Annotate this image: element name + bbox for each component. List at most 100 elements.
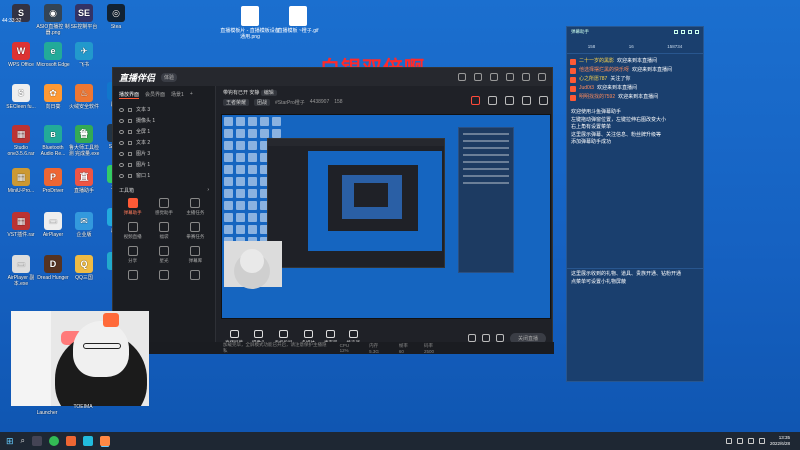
desktop-icon[interactable]: ♨ 火绒安全软件 [67, 84, 101, 110]
toolbox-item[interactable] [117, 270, 148, 282]
eye-icon[interactable] [119, 162, 124, 167]
scene-tab[interactable]: 会员界面 [145, 91, 165, 99]
fullscreen-icon[interactable] [471, 96, 480, 105]
room-meta-item[interactable]: 团战 [254, 99, 271, 106]
volume-icon[interactable] [747, 438, 754, 444]
bell-icon[interactable] [522, 96, 531, 105]
copy-icon[interactable] [505, 96, 514, 105]
toolbox-expand-icon[interactable]: › [207, 187, 209, 194]
toolbox-item[interactable]: 视频直播 [117, 222, 148, 240]
source-item[interactable]: 文本 2 [119, 137, 209, 148]
toolbox-item[interactable]: 弹幕库 [180, 246, 211, 264]
chat-assistant-panel[interactable]: 弹幕助手 158 16 158734 二十一岁的黑影 欢迎来到本直播间 他选择摆烂黑的快… [566, 26, 704, 382]
desktop-icon[interactable]: ▭ AirPlayer 副本.exe [4, 255, 38, 287]
source-item[interactable]: 窗口 1 [119, 170, 209, 181]
eye-icon[interactable] [119, 118, 124, 123]
lock-icon[interactable] [128, 118, 132, 123]
desktop-icon[interactable]: ✈ 飞书 [67, 42, 101, 68]
app-titlebar[interactable]: 直播伴侣 体验 [113, 68, 552, 86]
desktop-icon[interactable]: ▦ Studio one3.5.6.rar [4, 125, 38, 157]
toolbox-item[interactable]: 分享 [117, 246, 148, 264]
chat-user[interactable]: Jud0t3 [579, 84, 594, 93]
feishu-icon[interactable] [83, 436, 94, 446]
lock-icon[interactable] [128, 140, 132, 145]
live-companion-window[interactable]: 直播伴侣 体验 播放界面 会员界面 场景1 + 文本 3 摄像头 1 全屏 1 文本 2 图片… [112, 67, 554, 354]
add-scene-icon[interactable]: + [190, 91, 193, 99]
lock-icon[interactable] [128, 129, 132, 134]
browser-icon[interactable] [49, 436, 60, 446]
desktop-icon[interactable]: 直直播助手 [67, 168, 101, 194]
message-icon[interactable] [490, 73, 498, 81]
toolbox-item[interactable]: 感觉助手 [148, 198, 179, 216]
desktop-icon[interactable]: S SECleen fu... [4, 84, 38, 110]
toolbox-item[interactable]: 弹幕助手 [117, 198, 148, 216]
eye-icon[interactable] [119, 140, 124, 145]
minimize-icon[interactable] [688, 29, 692, 34]
settings-icon[interactable] [458, 73, 466, 81]
lock-icon[interactable] [128, 162, 132, 167]
network-icon[interactable] [736, 438, 743, 444]
chat-user[interactable]: 心之所愿787 [579, 75, 607, 84]
desktop-icon-launcher[interactable]: Launcher [30, 410, 64, 416]
desktop-icon[interactable]: ✿ 向日葵 [36, 84, 70, 110]
toolbox-item[interactable] [148, 270, 179, 282]
lock-icon[interactable] [128, 173, 132, 178]
record-icon[interactable] [468, 334, 476, 342]
start-icon[interactable]: ⊞ [6, 436, 14, 447]
toolbox-item[interactable]: 福袋 [148, 222, 179, 240]
desktop-icon[interactable]: ʙ Bluetooth Audio Re... [36, 125, 70, 157]
toolbox-item[interactable] [180, 270, 211, 282]
room-edit-button[interactable]: 编辑 [260, 90, 277, 96]
input-icon[interactable] [758, 438, 765, 444]
eye-icon[interactable] [119, 173, 124, 178]
source-item[interactable]: 摄像头 1 [119, 115, 209, 126]
desktop-icon[interactable]: ▭ AirPlayer [36, 212, 70, 238]
source-item[interactable]: 图片 1 [119, 159, 209, 170]
skin-icon[interactable] [474, 73, 482, 81]
settings-icon[interactable] [681, 29, 685, 34]
effects-icon[interactable] [482, 334, 490, 342]
app-icon[interactable] [66, 436, 77, 446]
desktop-icon[interactable]: Q QQ三国 [67, 255, 101, 281]
close-icon[interactable] [538, 73, 546, 81]
desktop-icon[interactable]: SE SE控制平台 [67, 4, 101, 30]
desktop-icon[interactable]: D Dread Hunger [36, 255, 70, 281]
toolbox-item[interactable]: 拳赛任务 [180, 222, 211, 240]
maximize-icon[interactable] [522, 73, 530, 81]
desktop-icon[interactable]: ◎ Stea [99, 4, 133, 30]
desktop-icon[interactable]: ▦ MiniU-Pro... [4, 168, 38, 194]
desktop-icon[interactable]: e Microsoft Edge [36, 42, 70, 68]
room-meta-item[interactable]: 王者荣耀 [223, 99, 250, 106]
toolbox-item[interactable]: 主播任务 [180, 198, 211, 216]
chat-user[interactable]: 二十一岁的黑影 [579, 57, 614, 66]
chat-user[interactable]: 明明找找的7592 [579, 93, 615, 102]
share-icon[interactable] [539, 96, 548, 105]
desktop-icon[interactable]: ✉ 企业版 [67, 212, 101, 238]
lock-icon[interactable] [674, 29, 678, 34]
chat-user[interactable]: 他选择摆烂黑的快乐呀 [579, 66, 629, 75]
eye-icon[interactable] [119, 107, 124, 112]
scene-tab[interactable]: 播放界面 [119, 91, 140, 99]
close-icon[interactable] [695, 29, 699, 34]
scene-tab[interactable]: 场景1 [171, 91, 184, 99]
eye-icon[interactable] [119, 151, 124, 156]
lock-icon[interactable] [128, 107, 132, 112]
eye-icon[interactable] [119, 129, 124, 134]
source-item[interactable]: 文本 3 [119, 104, 209, 115]
clock[interactable]: 13:35 2022/6/28 [770, 435, 790, 447]
stream-preview[interactable] [221, 114, 551, 319]
source-item[interactable]: 全屏 1 [119, 126, 209, 137]
desktop-icon-toeima[interactable]: TOEIMA [66, 404, 100, 410]
lock-icon[interactable] [128, 151, 132, 156]
search-icon[interactable]: ⌕ [21, 436, 25, 446]
lock-icon[interactable] [488, 96, 497, 105]
tray-up-icon[interactable] [725, 438, 732, 444]
live-companion-taskbar-icon[interactable] [100, 436, 111, 446]
taskview-icon[interactable] [32, 436, 43, 446]
source-item[interactable]: 图片 3 [119, 148, 209, 159]
toolbox-item[interactable]: 星光 [148, 246, 179, 264]
minimize-icon[interactable] [506, 73, 514, 81]
desktop-icon[interactable]: ▦ VST插件.rar [4, 212, 38, 238]
desktop-icon[interactable]: ◉ ASIO直播控 制器.png [36, 4, 70, 36]
desktop-icon[interactable]: P ProDriver [36, 168, 70, 194]
